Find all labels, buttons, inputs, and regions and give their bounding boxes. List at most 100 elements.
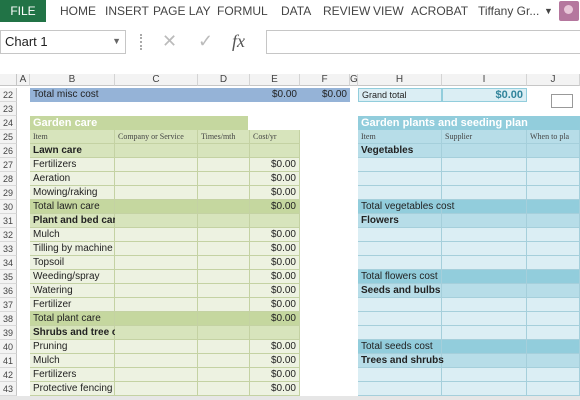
garden-care-company[interactable]: [115, 172, 198, 186]
garden-care-times[interactable]: [198, 214, 250, 228]
row-header-31[interactable]: 31: [0, 214, 17, 228]
garden-care-item[interactable]: Mulch: [30, 228, 115, 242]
garden-care-times[interactable]: [198, 354, 250, 368]
plants-supplier[interactable]: [442, 382, 527, 396]
garden-care-item[interactable]: Lawn care: [30, 144, 115, 158]
plants-item[interactable]: [358, 382, 442, 396]
garden-care-company[interactable]: [115, 214, 198, 228]
select-all-corner[interactable]: [0, 74, 17, 86]
garden-care-header-2[interactable]: Times/mth: [198, 130, 250, 144]
plants-item[interactable]: [358, 368, 442, 382]
plants-supplier[interactable]: [442, 172, 527, 186]
garden-care-cost[interactable]: $0.00: [250, 270, 300, 284]
garden-care-cost[interactable]: $0.00: [250, 200, 300, 214]
row-header-30[interactable]: 30: [0, 200, 17, 214]
garden-care-cost[interactable]: [250, 326, 300, 340]
garden-care-company[interactable]: [115, 284, 198, 298]
plants-header-0[interactable]: Item: [358, 130, 442, 144]
plants-when[interactable]: [527, 340, 580, 354]
plants-when[interactable]: [527, 228, 580, 242]
row-header-26[interactable]: 26: [0, 144, 17, 158]
plants-item[interactable]: [358, 228, 442, 242]
column-header-a[interactable]: A: [17, 74, 30, 86]
garden-care-times[interactable]: [198, 326, 250, 340]
garden-care-times[interactable]: [198, 382, 250, 396]
row-header-33[interactable]: 33: [0, 242, 17, 256]
row-header-36[interactable]: 36: [0, 284, 17, 298]
plants-when[interactable]: [527, 144, 580, 158]
garden-care-item[interactable]: Aeration: [30, 172, 115, 186]
plants-item[interactable]: [358, 312, 442, 326]
garden-care-cost[interactable]: [250, 214, 300, 228]
column-header-d[interactable]: D: [198, 74, 250, 86]
garden-care-times[interactable]: [198, 340, 250, 354]
plants-item[interactable]: Total flowers cost: [358, 270, 442, 284]
tab-page-layout[interactable]: PAGE LAY: [153, 0, 211, 22]
row-header-42[interactable]: 42: [0, 368, 17, 382]
garden-care-times[interactable]: [198, 312, 250, 326]
plants-when[interactable]: [527, 270, 580, 284]
avatar[interactable]: [559, 1, 579, 21]
tab-home[interactable]: HOME: [60, 0, 96, 22]
column-header-i[interactable]: I: [442, 74, 527, 86]
garden-care-cost[interactable]: $0.00: [250, 242, 300, 256]
plants-when[interactable]: [527, 256, 580, 270]
plants-item[interactable]: Trees and shrubs: [358, 354, 444, 368]
plants-supplier[interactable]: [442, 144, 527, 158]
garden-care-times[interactable]: [198, 368, 250, 382]
garden-care-company[interactable]: [115, 340, 198, 354]
insert-function-icon[interactable]: fx: [232, 30, 245, 52]
garden-care-cost[interactable]: $0.00: [250, 312, 300, 326]
column-header-j[interactable]: J: [527, 74, 580, 86]
garden-care-item[interactable]: Weeding/spray: [30, 270, 115, 284]
plants-header-2[interactable]: When to pla: [527, 130, 580, 144]
garden-care-company[interactable]: [115, 298, 198, 312]
garden-care-item[interactable]: Watering: [30, 284, 115, 298]
grand-total-label[interactable]: Grand total: [358, 88, 442, 102]
garden-care-header-0[interactable]: Item: [30, 130, 115, 144]
plants-when[interactable]: [527, 284, 580, 298]
name-box-dropdown-icon[interactable]: ▼: [112, 36, 121, 46]
file-tab[interactable]: FILE: [0, 0, 46, 22]
enter-icon[interactable]: ✓: [198, 30, 213, 52]
column-header-h[interactable]: H: [358, 74, 442, 86]
tab-data[interactable]: DATA: [281, 0, 311, 22]
row-header-35[interactable]: 35: [0, 270, 17, 284]
plants-item[interactable]: [358, 158, 442, 172]
name-box[interactable]: Chart 1 ▼: [0, 30, 126, 54]
plants-when[interactable]: [527, 354, 580, 368]
garden-care-item[interactable]: Total plant care: [30, 312, 115, 326]
plants-when[interactable]: [527, 368, 580, 382]
formula-input[interactable]: [266, 30, 580, 54]
grand-total-value[interactable]: $0.00: [442, 88, 527, 102]
garden-care-times[interactable]: [198, 228, 250, 242]
garden-care-company[interactable]: [115, 158, 198, 172]
plants-supplier[interactable]: [442, 186, 527, 200]
tab-formulas[interactable]: FORMUL: [217, 0, 268, 22]
row-header-28[interactable]: 28: [0, 172, 17, 186]
user-menu-caret-icon[interactable]: ▼: [544, 0, 553, 22]
tab-insert[interactable]: INSERT: [105, 0, 149, 22]
plants-item[interactable]: [358, 326, 442, 340]
row-header-25[interactable]: 25: [0, 130, 17, 144]
plants-supplier[interactable]: [442, 242, 527, 256]
cancel-icon[interactable]: ✕: [162, 30, 177, 52]
plants-item[interactable]: Total vegetables cost: [358, 200, 454, 214]
garden-care-company[interactable]: [115, 256, 198, 270]
garden-care-item[interactable]: Total lawn care: [30, 200, 115, 214]
plants-supplier[interactable]: [442, 200, 527, 214]
tab-view[interactable]: VIEW: [373, 0, 404, 22]
garden-care-cost[interactable]: $0.00: [250, 284, 300, 298]
plants-item[interactable]: [358, 172, 442, 186]
plants-when[interactable]: [527, 242, 580, 256]
garden-care-cost[interactable]: $0.00: [250, 298, 300, 312]
misc-cost-f[interactable]: $0.00: [300, 88, 350, 102]
plants-supplier[interactable]: [442, 270, 527, 284]
garden-care-company[interactable]: [115, 228, 198, 242]
garden-care-item[interactable]: Tilling by machine: [30, 242, 115, 256]
plants-supplier[interactable]: [442, 326, 527, 340]
horizontal-scrollbar[interactable]: [0, 396, 580, 400]
row-header-39[interactable]: 39: [0, 326, 17, 340]
row-header-32[interactable]: 32: [0, 228, 17, 242]
garden-care-company[interactable]: [115, 242, 198, 256]
